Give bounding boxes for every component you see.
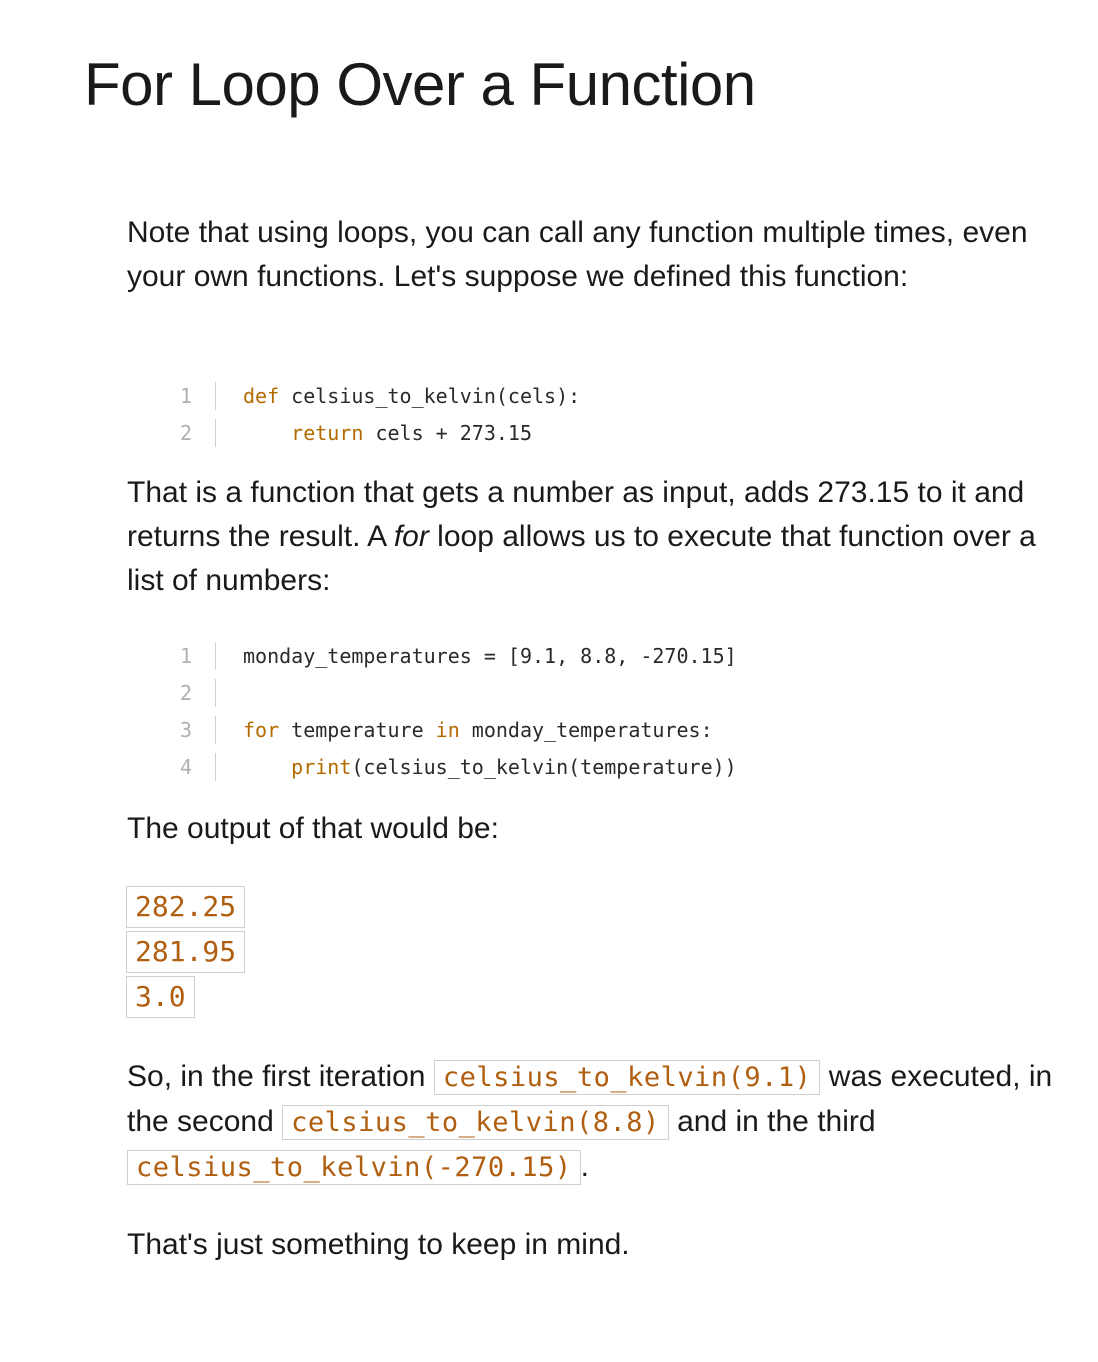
- code-fragment: cels + 273.15: [363, 421, 532, 445]
- code-text: print(celsius_to_kelvin(temperature)): [243, 749, 737, 786]
- code-fragment: temperature: [279, 718, 436, 742]
- line-number: 4: [179, 755, 192, 779]
- code-line: 4 print(celsius_to_kelvin(temperature)): [160, 749, 737, 786]
- code-fragment: celsius_to_kelvin(cels):: [279, 384, 581, 408]
- gutter-divider: [215, 679, 216, 707]
- gutter-divider: [215, 419, 216, 447]
- inline-code: celsius_to_kelvin(9.1): [433, 1060, 821, 1095]
- keyword: for: [243, 718, 280, 742]
- code-line: 3 for temperature in monday_temperatures…: [160, 712, 713, 749]
- code-line: 2 return cels + 273.15: [160, 415, 532, 452]
- code-line: 1 def celsius_to_kelvin(cels):: [160, 378, 580, 415]
- keyword: print: [291, 755, 352, 779]
- line-number: 2: [179, 681, 192, 705]
- closing-paragraph: That's just something to keep in mind.: [127, 1228, 630, 1261]
- code-block-loop: 1 monday_temperatures = [9.1, 8.8, -270.…: [160, 638, 737, 786]
- text-fragment: So, in the first iteration: [127, 1060, 434, 1093]
- code-block-function: 1 def celsius_to_kelvin(cels): 2 return …: [160, 378, 580, 452]
- keyword: in: [435, 718, 460, 742]
- code-fragment: (celsius_to_kelvin(temperature)): [351, 755, 737, 779]
- intro-paragraph: Note that using loops, you can call any …: [127, 216, 1028, 293]
- output-block: 282.25 281.95 3.0: [126, 886, 246, 1021]
- code-text: return cels + 273.15: [243, 415, 532, 452]
- gutter-divider: [215, 642, 216, 670]
- line-number: 1: [179, 644, 192, 668]
- code-fragment: monday_temperatures:: [459, 718, 713, 742]
- output-line: 3.0: [126, 976, 195, 1018]
- emphasis: for: [393, 520, 429, 553]
- keyword: return: [291, 421, 364, 445]
- gutter-divider: [215, 382, 216, 410]
- output-line: 281.95: [126, 931, 246, 973]
- explanation-paragraph: That is a function that gets a number as…: [127, 471, 1057, 603]
- iteration-paragraph: So, in the first iteration celsius_to_ke…: [127, 1055, 1057, 1190]
- line-number: 3: [179, 718, 192, 742]
- inline-code: celsius_to_kelvin(-270.15): [127, 1150, 581, 1185]
- text-fragment: .: [580, 1150, 589, 1183]
- line-number: 1: [179, 384, 192, 408]
- gutter-divider: [215, 716, 216, 744]
- keyword: def: [243, 384, 280, 408]
- text-fragment: and in the third: [668, 1105, 876, 1138]
- output-intro: The output of that would be:: [127, 812, 499, 845]
- code-line: 2: [160, 675, 216, 712]
- code-line: 1 monday_temperatures = [9.1, 8.8, -270.…: [160, 638, 737, 675]
- code-text: def celsius_to_kelvin(cels):: [243, 378, 580, 415]
- inline-code: celsius_to_kelvin(8.8): [282, 1105, 669, 1140]
- page-title: For Loop Over a Function: [84, 51, 756, 118]
- code-text: for temperature in monday_temperatures:: [243, 712, 713, 749]
- gutter-divider: [215, 753, 216, 781]
- output-line: 282.25: [126, 886, 246, 928]
- code-text: monday_temperatures = [9.1, 8.8, -270.15…: [243, 644, 737, 668]
- line-number: 2: [179, 421, 192, 445]
